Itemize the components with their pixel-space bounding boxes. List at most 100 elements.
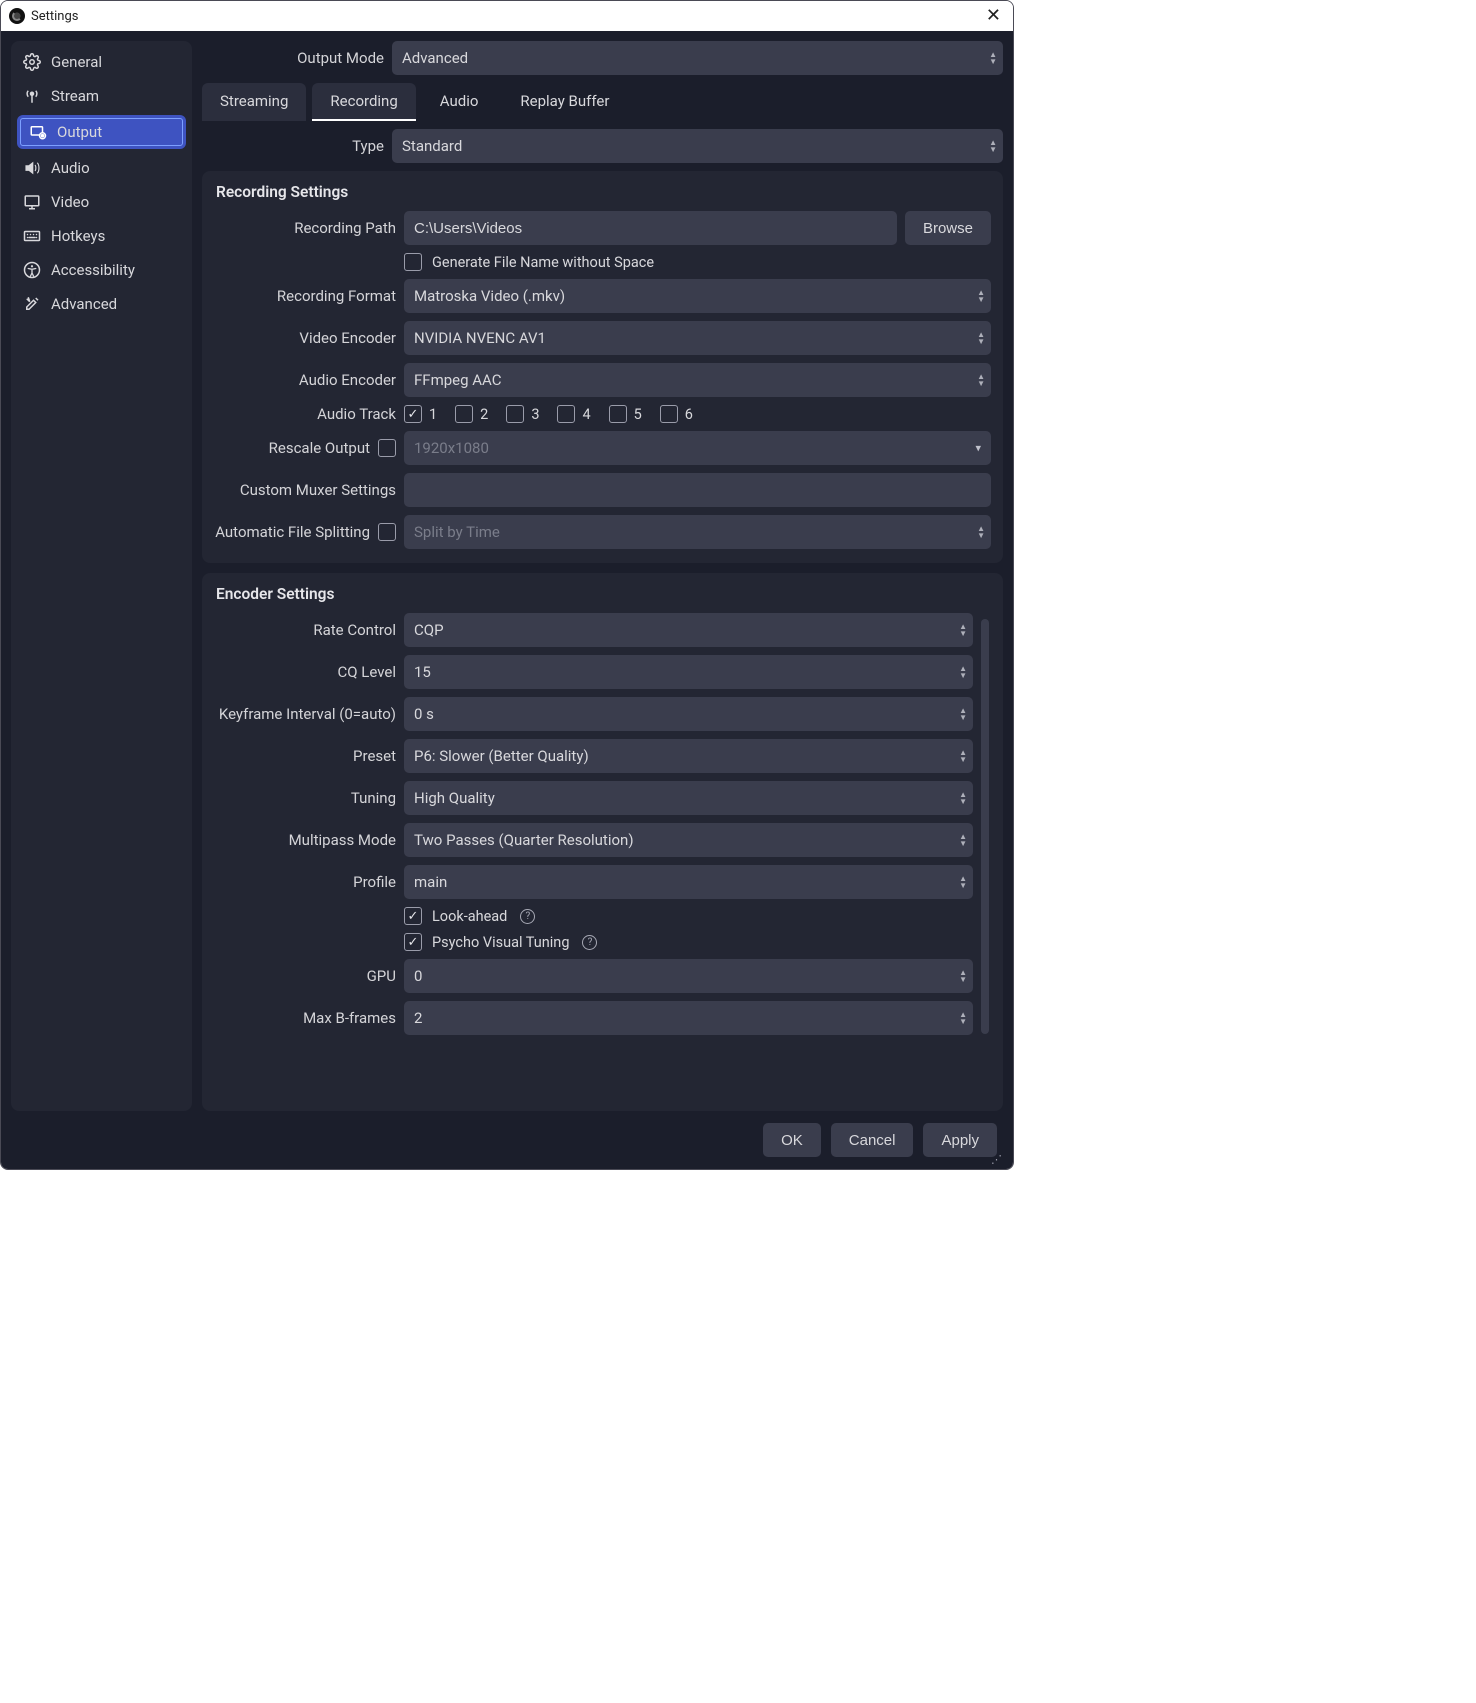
updown-icon: ▲▼ xyxy=(959,969,967,983)
rate-control-label: Rate Control xyxy=(214,621,396,639)
recording-settings-panel: Recording Settings Recording Path Browse… xyxy=(202,171,1003,563)
tab-audio[interactable]: Audio xyxy=(422,83,497,121)
gear-icon xyxy=(23,53,41,71)
updown-icon: ▲▼ xyxy=(959,791,967,805)
preset-label: Preset xyxy=(214,747,396,765)
rate-control-select[interactable]: CQP ▲▼ xyxy=(404,613,973,647)
rescale-output-checkbox[interactable] xyxy=(378,439,396,457)
sidebar-item-label: Output xyxy=(57,123,102,141)
audio-track-1-checkbox[interactable] xyxy=(404,405,422,423)
tab-streaming[interactable]: Streaming xyxy=(202,83,306,121)
cq-level-label: CQ Level xyxy=(214,663,396,681)
updown-icon: ▲▼ xyxy=(977,289,985,303)
sidebar-item-general[interactable]: General xyxy=(11,45,192,79)
gpu-label: GPU xyxy=(214,967,396,985)
updown-icon: ▲▼ xyxy=(959,623,967,637)
help-icon[interactable]: ? xyxy=(582,935,597,950)
tab-replay-buffer[interactable]: Replay Buffer xyxy=(502,83,627,121)
sidebar-item-label: Stream xyxy=(51,87,99,105)
encoder-settings-panel: Encoder Settings Rate Control CQP ▲▼ CQ … xyxy=(202,573,1003,1111)
updown-icon: ▲▼ xyxy=(977,331,985,345)
audio-track-2-checkbox[interactable] xyxy=(455,405,473,423)
sidebar-item-label: Hotkeys xyxy=(51,227,105,245)
preset-select[interactable]: P6: Slower (Better Quality) ▲▼ xyxy=(404,739,973,773)
custom-muxer-label: Custom Muxer Settings xyxy=(214,481,396,499)
speaker-icon xyxy=(23,159,41,177)
sidebar-item-hotkeys[interactable]: Hotkeys xyxy=(11,219,192,253)
antenna-icon xyxy=(23,87,41,105)
sidebar-item-label: Advanced xyxy=(51,295,117,313)
sidebar-item-label: Accessibility xyxy=(51,261,135,279)
profile-select[interactable]: main ▲▼ xyxy=(404,865,973,899)
gpu-spinner[interactable]: 0 ▲▼ xyxy=(404,959,973,993)
auto-split-select[interactable]: Split by Time ▲▼ xyxy=(404,515,991,549)
sidebar-item-audio[interactable]: Audio xyxy=(11,151,192,185)
recording-format-select[interactable]: Matroska Video (.mkv) ▲▼ xyxy=(404,279,991,313)
close-icon[interactable]: ✕ xyxy=(982,7,1005,25)
recording-settings-title: Recording Settings xyxy=(216,183,991,201)
sidebar-item-advanced[interactable]: Advanced xyxy=(11,287,192,321)
custom-muxer-input[interactable] xyxy=(404,473,991,507)
auto-split-label: Automatic File Splitting xyxy=(215,523,370,541)
settings-sidebar: General Stream Output xyxy=(11,41,192,1111)
ok-button[interactable]: OK xyxy=(763,1123,821,1157)
rescale-output-select[interactable]: 1920x1080 ▾ xyxy=(404,431,991,465)
updown-icon: ▲▼ xyxy=(959,833,967,847)
sidebar-item-output[interactable]: Output xyxy=(17,115,186,149)
updown-icon: ▲▼ xyxy=(989,51,997,65)
audio-track-label: Audio Track xyxy=(214,405,396,423)
audio-encoder-select[interactable]: FFmpeg AAC ▲▼ xyxy=(404,363,991,397)
video-encoder-select[interactable]: NVIDIA NVENC AV1 ▲▼ xyxy=(404,321,991,355)
audio-track-4-checkbox[interactable] xyxy=(557,405,575,423)
updown-icon: ▲▼ xyxy=(977,373,985,387)
browse-button[interactable]: Browse xyxy=(905,211,991,245)
tools-icon xyxy=(23,295,41,313)
audio-track-5-checkbox[interactable] xyxy=(609,405,627,423)
type-label: Type xyxy=(202,137,384,155)
multipass-mode-select[interactable]: Two Passes (Quarter Resolution) ▲▼ xyxy=(404,823,973,857)
window-title: Settings xyxy=(31,9,78,24)
updown-icon: ▲▼ xyxy=(977,525,985,539)
tuning-label: Tuning xyxy=(214,789,396,807)
updown-icon: ▲▼ xyxy=(959,875,967,889)
updown-icon: ▲▼ xyxy=(959,749,967,763)
multipass-mode-label: Multipass Mode xyxy=(214,831,396,849)
tuning-select[interactable]: High Quality ▲▼ xyxy=(404,781,973,815)
max-bframes-spinner[interactable]: 2 ▲▼ xyxy=(404,1001,973,1035)
psycho-visual-label: Psycho Visual Tuning xyxy=(432,934,569,951)
updown-icon: ▲▼ xyxy=(959,707,967,721)
encoder-settings-title: Encoder Settings xyxy=(216,585,991,603)
cq-level-spinner[interactable]: 15 ▲▼ xyxy=(404,655,973,689)
audio-track-3-checkbox[interactable] xyxy=(506,405,524,423)
sidebar-item-label: Audio xyxy=(51,159,90,177)
updown-icon: ▲▼ xyxy=(959,665,967,679)
updown-icon: ▲▼ xyxy=(959,1011,967,1025)
sidebar-item-stream[interactable]: Stream xyxy=(11,79,192,113)
sidebar-item-label: Video xyxy=(51,193,89,211)
apply-button[interactable]: Apply xyxy=(923,1123,997,1157)
audio-track-6-checkbox[interactable] xyxy=(660,405,678,423)
sidebar-item-label: General xyxy=(51,53,102,71)
help-icon[interactable]: ? xyxy=(520,909,535,924)
updown-icon: ▲▼ xyxy=(989,139,997,153)
rescale-output-label: Rescale Output xyxy=(269,439,370,457)
auto-split-checkbox[interactable] xyxy=(378,523,396,541)
titlebar: Settings ✕ xyxy=(1,1,1013,31)
cancel-button[interactable]: Cancel xyxy=(831,1123,914,1157)
gen-filename-nospace-checkbox[interactable] xyxy=(404,253,422,271)
resize-grip-icon[interactable]: ⋰ xyxy=(991,1153,1000,1166)
recording-path-input[interactable] xyxy=(404,211,897,245)
output-mode-select[interactable]: Advanced ▲▼ xyxy=(392,41,1003,75)
sidebar-item-video[interactable]: Video xyxy=(11,185,192,219)
encoder-scrollbar[interactable] xyxy=(981,619,989,1091)
scrollbar-thumb[interactable] xyxy=(981,619,989,1034)
look-ahead-label: Look-ahead xyxy=(432,908,507,925)
type-select[interactable]: Standard ▲▼ xyxy=(392,129,1003,163)
tab-recording[interactable]: Recording xyxy=(312,83,415,121)
sidebar-item-accessibility[interactable]: Accessibility xyxy=(11,253,192,287)
look-ahead-checkbox[interactable] xyxy=(404,907,422,925)
accessibility-icon xyxy=(23,261,41,279)
keyframe-interval-spinner[interactable]: 0 s ▲▼ xyxy=(404,697,973,731)
max-bframes-label: Max B-frames xyxy=(214,1009,396,1027)
psycho-visual-checkbox[interactable] xyxy=(404,933,422,951)
